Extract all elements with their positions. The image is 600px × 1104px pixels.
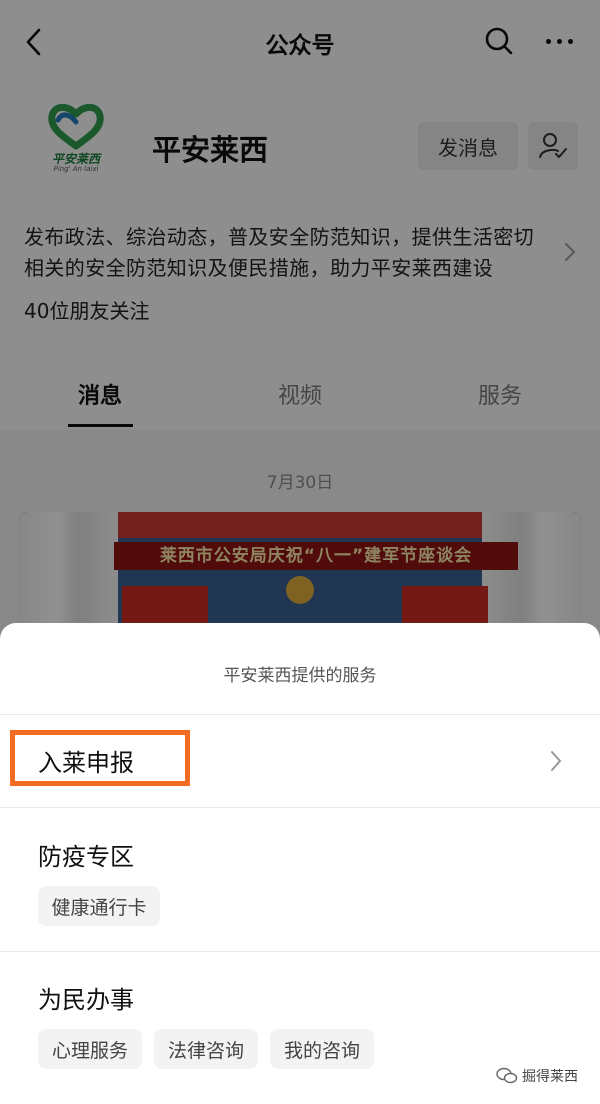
section-public-service: 为民办事 <box>38 986 134 1014</box>
divider <box>0 807 600 808</box>
watermark-text: 掘得莱西 <box>522 1069 578 1085</box>
chip-health-pass[interactable]: 健康通行卡 <box>38 886 160 926</box>
service-item-entry-report[interactable]: 入莱申报 <box>0 715 600 807</box>
watermark: 掘得莱西 <box>496 1066 578 1086</box>
services-sheet: 平安莱西提供的服务 入莱申报 防疫专区 健康通行卡 为民办事 心理服务 法律咨询… <box>0 623 600 1104</box>
highlight-box <box>10 730 190 786</box>
chip-my-consultation[interactable]: 我的咨询 <box>270 1029 374 1069</box>
sheet-title: 平安莱西提供的服务 <box>223 666 377 686</box>
chip-legal-consultation[interactable]: 法律咨询 <box>154 1029 258 1069</box>
chevron-right-icon <box>551 751 562 771</box>
wechat-icon <box>496 1067 518 1084</box>
divider <box>0 951 600 952</box>
section-epidemic-zone: 防疫专区 <box>38 843 134 871</box>
chip-psychological-service[interactable]: 心理服务 <box>38 1029 142 1069</box>
